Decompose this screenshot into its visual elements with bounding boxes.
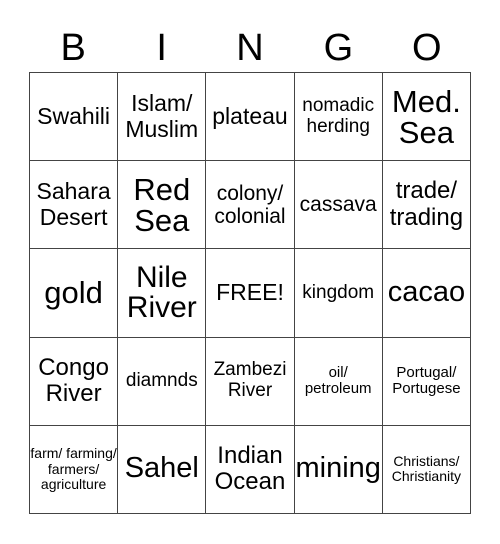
bingo-cell: Indian Ocean [206, 425, 295, 514]
bingo-cell: diamnds [118, 337, 207, 426]
bingo-cell: kingdom [294, 249, 383, 338]
bingo-cell: Islam/ Muslim [118, 73, 207, 162]
bingo-cell: gold [30, 249, 119, 338]
bingo-cell: oil/ petroleum [294, 337, 383, 426]
bingo-cell: Sahara Desert [30, 161, 119, 250]
bingo-cell: Nile River [118, 249, 207, 338]
bingo-cell: Congo River [30, 337, 119, 426]
bingo-cell: Sahel [118, 425, 207, 514]
header-letter-b: B [60, 27, 86, 69]
bingo-cell: cacao [382, 249, 471, 338]
bingo-cell: Portugal/ Portugese [382, 337, 471, 426]
bingo-cell: cassava [294, 161, 383, 250]
bingo-cell: colony/ colonial [206, 161, 295, 250]
bingo-cell: plateau [206, 73, 295, 162]
free-space: FREE! [206, 249, 295, 338]
bingo-cell: Red Sea [118, 161, 207, 250]
bingo-cell: Christians/ Christianity [382, 425, 471, 514]
header-letter-g: G [323, 27, 354, 69]
bingo-grid: Swahili Islam/ Muslim plateau nomadic he… [29, 72, 471, 514]
bingo-cell: Med. Sea [382, 73, 471, 162]
header-letter-n: N [236, 27, 264, 69]
bingo-cell: farm/ farming/ farmers/ agriculture [30, 425, 119, 514]
bingo-cell: trade/ trading [382, 161, 471, 250]
bingo-header: B I N G O [29, 24, 471, 72]
bingo-cell: nomadic herding [294, 73, 383, 162]
bingo-cell: Zambezi River [206, 337, 295, 426]
header-letter-i: I [156, 27, 167, 69]
bingo-cell: mining [294, 425, 383, 514]
header-letter-o: O [412, 27, 442, 69]
bingo-cell: Swahili [30, 73, 119, 162]
